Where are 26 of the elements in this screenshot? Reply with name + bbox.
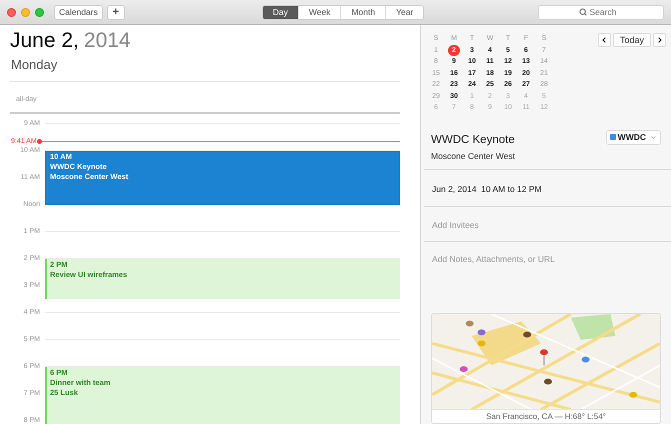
search-icon	[578, 8, 586, 16]
calendars-button[interactable]: Calendars	[54, 4, 103, 20]
view-tab[interactable]: Day	[262, 6, 298, 18]
calendar-dropdown[interactable]: WWDC	[606, 130, 661, 144]
add-button[interactable]: +	[106, 4, 125, 20]
previous-button[interactable]	[598, 33, 611, 47]
minimize-button[interactable]	[21, 8, 30, 16]
invitees-field[interactable]: Add Invitees	[432, 218, 632, 232]
next-button[interactable]	[653, 33, 666, 47]
map-caption: San Francisco, CA — H:68° L:54°	[432, 409, 660, 423]
zoom-button[interactable]	[35, 8, 44, 16]
chevron-right-icon	[656, 36, 664, 44]
event-detail-location: Moscone Center West	[431, 150, 515, 162]
notes-field[interactable]: Add Notes, Attachments, or URL	[432, 252, 652, 266]
date-heading: June 2,	[10, 29, 79, 53]
event-detail-title: WWDC Keynote	[431, 132, 515, 148]
chevron-left-icon	[600, 36, 608, 44]
search-input[interactable]: Search	[590, 6, 624, 18]
today-button[interactable]: Today	[612, 33, 651, 47]
weekday-heading: Monday	[10, 57, 58, 72]
year-heading: 2014	[84, 29, 131, 53]
close-button[interactable]	[7, 8, 16, 16]
search-field[interactable]: Search	[538, 4, 664, 20]
caret-icon	[650, 134, 657, 140]
view-tab[interactable]: Year	[385, 6, 424, 18]
event-date-time[interactable]: Jun 2, 2014 10 AM to 12 PM	[432, 184, 542, 194]
